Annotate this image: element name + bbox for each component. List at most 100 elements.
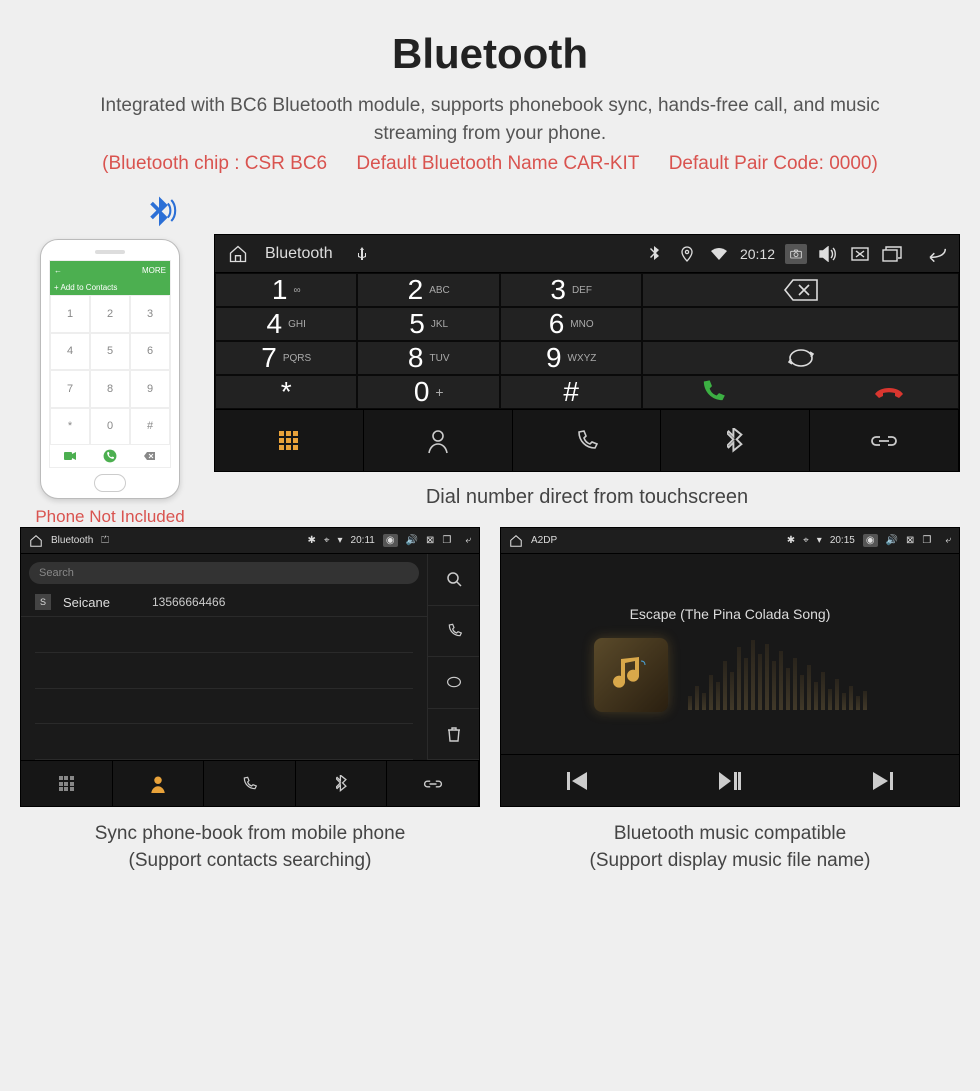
key-2[interactable]: 2ABC xyxy=(357,273,499,307)
bluetooth-signal-icon xyxy=(20,193,200,235)
bottom-tabs xyxy=(215,409,959,471)
tab-keypad[interactable] xyxy=(21,761,113,806)
close-screen-icon[interactable] xyxy=(849,247,871,261)
spec-code: Default Pair Code: 0000) xyxy=(669,153,878,174)
volume-icon[interactable]: 🔊 xyxy=(406,535,418,546)
empty-action xyxy=(642,307,959,341)
recent-apps-icon[interactable]: ❐ xyxy=(922,535,931,546)
key-8[interactable]: 8TUV xyxy=(357,341,499,375)
next-track-button[interactable] xyxy=(806,755,959,806)
wifi-icon: ▾ xyxy=(338,535,343,546)
phone-back: ← xyxy=(54,266,62,275)
key-5[interactable]: 5JKL xyxy=(357,307,499,341)
camera-icon[interactable]: ◉ xyxy=(383,534,398,547)
tab-recents[interactable] xyxy=(204,761,296,806)
tab-bluetooth[interactable] xyxy=(296,761,388,806)
status-time: 20:11 xyxy=(351,535,375,546)
wifi-icon xyxy=(708,248,730,260)
status-title: Bluetooth xyxy=(265,245,333,263)
prev-track-button[interactable] xyxy=(501,755,654,806)
list-item xyxy=(35,617,413,653)
contact-row[interactable]: S Seicane 13566664466 xyxy=(21,588,427,617)
tab-pair[interactable] xyxy=(387,761,479,806)
usb-icon: ⏍ xyxy=(101,535,109,546)
phone-call-icon xyxy=(90,445,130,467)
bluetooth-status-icon: ✱ xyxy=(787,535,795,546)
contact-number: 13566664466 xyxy=(152,595,225,609)
volume-icon[interactable]: 🔊 xyxy=(886,535,898,546)
key-0[interactable]: 0+ xyxy=(357,375,499,409)
home-icon[interactable] xyxy=(227,244,249,264)
back-icon[interactable]: ⤶ xyxy=(945,535,951,546)
status-bar: Bluetooth 20:12 xyxy=(215,235,959,273)
tab-recents[interactable] xyxy=(513,410,662,471)
sync-icon[interactable] xyxy=(427,657,479,709)
music-unit: A2DP ✱ ⌖ ▾ 20:15 ◉ 🔊 ⊠ ❐ ⤶ Escape (The P… xyxy=(500,527,960,807)
status-title: A2DP xyxy=(531,535,557,546)
main-head-unit: Bluetooth 20:12 1∞ 2ABC 3DEF 4GHI xyxy=(214,234,960,472)
tab-keypad[interactable] xyxy=(215,410,364,471)
list-item xyxy=(35,724,413,760)
sync-button[interactable] xyxy=(642,341,959,375)
list-item xyxy=(35,653,413,689)
home-icon[interactable] xyxy=(509,534,523,548)
key-3[interactable]: 3DEF xyxy=(500,273,642,307)
song-title: Escape (The Pina Colada Song) xyxy=(630,606,831,622)
key-7[interactable]: 7PQRS xyxy=(215,341,357,375)
status-time: 20:12 xyxy=(740,246,775,262)
list-item xyxy=(35,689,413,725)
call-icon[interactable] xyxy=(427,606,479,658)
search-icon[interactable] xyxy=(427,554,479,606)
hangup-button[interactable] xyxy=(821,382,958,402)
tab-contacts[interactable] xyxy=(113,761,205,806)
page-title: Bluetooth xyxy=(40,30,940,78)
camera-icon[interactable]: ◉ xyxy=(863,534,878,547)
status-title: Bluetooth xyxy=(51,535,93,546)
contacts-caption: Sync phone-book from mobile phone (Suppo… xyxy=(20,821,480,874)
visualizer xyxy=(688,640,867,710)
close-screen-icon[interactable]: ⊠ xyxy=(906,535,914,546)
tab-bluetooth[interactable] xyxy=(661,410,810,471)
key-hash[interactable]: # xyxy=(500,375,642,409)
contact-badge: S xyxy=(35,594,51,610)
volume-icon[interactable] xyxy=(817,246,839,262)
recent-apps-icon[interactable] xyxy=(881,246,903,262)
recent-apps-icon[interactable]: ❐ xyxy=(442,535,451,546)
wifi-icon: ▾ xyxy=(817,535,822,546)
page-subtitle: Integrated with BC6 Bluetooth module, su… xyxy=(40,92,940,147)
tab-contacts[interactable] xyxy=(364,410,513,471)
back-icon[interactable] xyxy=(925,246,947,262)
delete-icon[interactable] xyxy=(427,709,479,761)
search-input[interactable]: Search xyxy=(29,562,419,584)
location-icon: ⌖ xyxy=(803,535,809,546)
phone-more: MORE xyxy=(142,266,166,275)
call-button[interactable] xyxy=(643,378,780,406)
contacts-unit: Bluetooth ⏍ ✱ ⌖ ▾ 20:11 ◉ 🔊 ⊠ ❐ ⤶ Search… xyxy=(20,527,480,807)
tab-pair[interactable] xyxy=(810,410,959,471)
phone-video-icon xyxy=(50,445,90,467)
key-star[interactable]: * xyxy=(215,375,357,409)
camera-icon[interactable] xyxy=(785,244,807,264)
music-status-bar: A2DP ✱ ⌖ ▾ 20:15 ◉ 🔊 ⊠ ❐ ⤶ xyxy=(501,528,959,554)
key-9[interactable]: 9WXYZ xyxy=(500,341,642,375)
contacts-status-bar: Bluetooth ⏍ ✱ ⌖ ▾ 20:11 ◉ 🔊 ⊠ ❐ ⤶ xyxy=(21,528,479,554)
play-pause-button[interactable] xyxy=(654,755,807,806)
phone-keypad: 123 456 789 *0# xyxy=(50,295,170,445)
key-4[interactable]: 4GHI xyxy=(215,307,357,341)
close-screen-icon[interactable]: ⊠ xyxy=(426,535,434,546)
album-art xyxy=(594,638,668,712)
status-time: 20:15 xyxy=(830,535,855,546)
spec-name: Default Bluetooth Name CAR-KIT xyxy=(356,153,639,174)
key-1[interactable]: 1∞ xyxy=(215,273,357,307)
back-icon[interactable]: ⤶ xyxy=(465,535,471,546)
spec-chip: (Bluetooth chip : CSR BC6 xyxy=(102,153,327,174)
usb-icon xyxy=(351,247,373,261)
dialer-keypad: 1∞ 2ABC 3DEF 4GHI 5JKL 6MNO 7PQRS 8TUV 9… xyxy=(215,273,642,409)
phone-add-contacts: + Add to Contacts xyxy=(50,279,170,295)
backspace-button[interactable] xyxy=(642,273,959,307)
contact-name: Seicane xyxy=(63,595,110,610)
specs-line: (Bluetooth chip : CSR BC6 Default Blueto… xyxy=(40,153,940,175)
home-icon[interactable] xyxy=(29,534,43,548)
key-6[interactable]: 6MNO xyxy=(500,307,642,341)
phone-delete-icon xyxy=(130,445,170,467)
